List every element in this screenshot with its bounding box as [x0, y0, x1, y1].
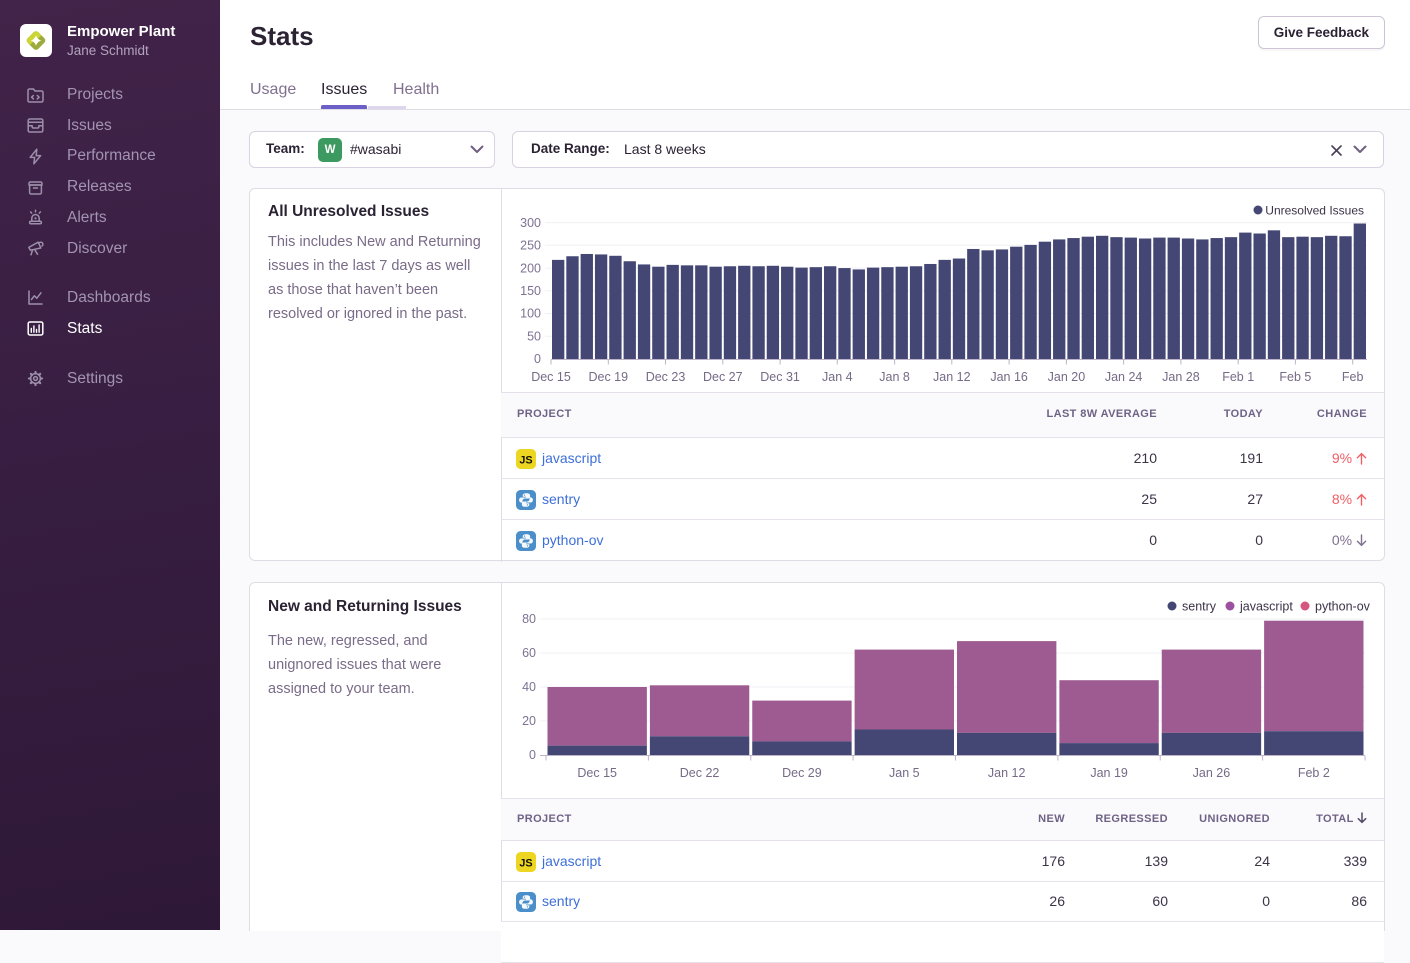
svg-text:20: 20: [522, 714, 536, 728]
svg-text:javascript: javascript: [1239, 600, 1293, 614]
svg-text:Dec 29: Dec 29: [782, 766, 822, 780]
svg-text:80: 80: [522, 612, 536, 626]
svg-text:Dec 15: Dec 15: [577, 766, 617, 780]
svg-text:Jan 12: Jan 12: [988, 766, 1026, 780]
svg-text:Jan 5: Jan 5: [889, 766, 920, 780]
svg-text:0: 0: [529, 748, 536, 762]
svg-text:Jan 26: Jan 26: [1193, 766, 1231, 780]
svg-text:Feb 2: Feb 2: [1298, 766, 1330, 780]
svg-text:sentry: sentry: [1182, 600, 1217, 614]
svg-text:40: 40: [522, 680, 536, 694]
svg-text:60: 60: [522, 646, 536, 660]
svg-text:Jan 19: Jan 19: [1090, 766, 1128, 780]
svg-text:python-ov: python-ov: [1315, 600, 1371, 614]
svg-text:Dec 22: Dec 22: [680, 766, 720, 780]
